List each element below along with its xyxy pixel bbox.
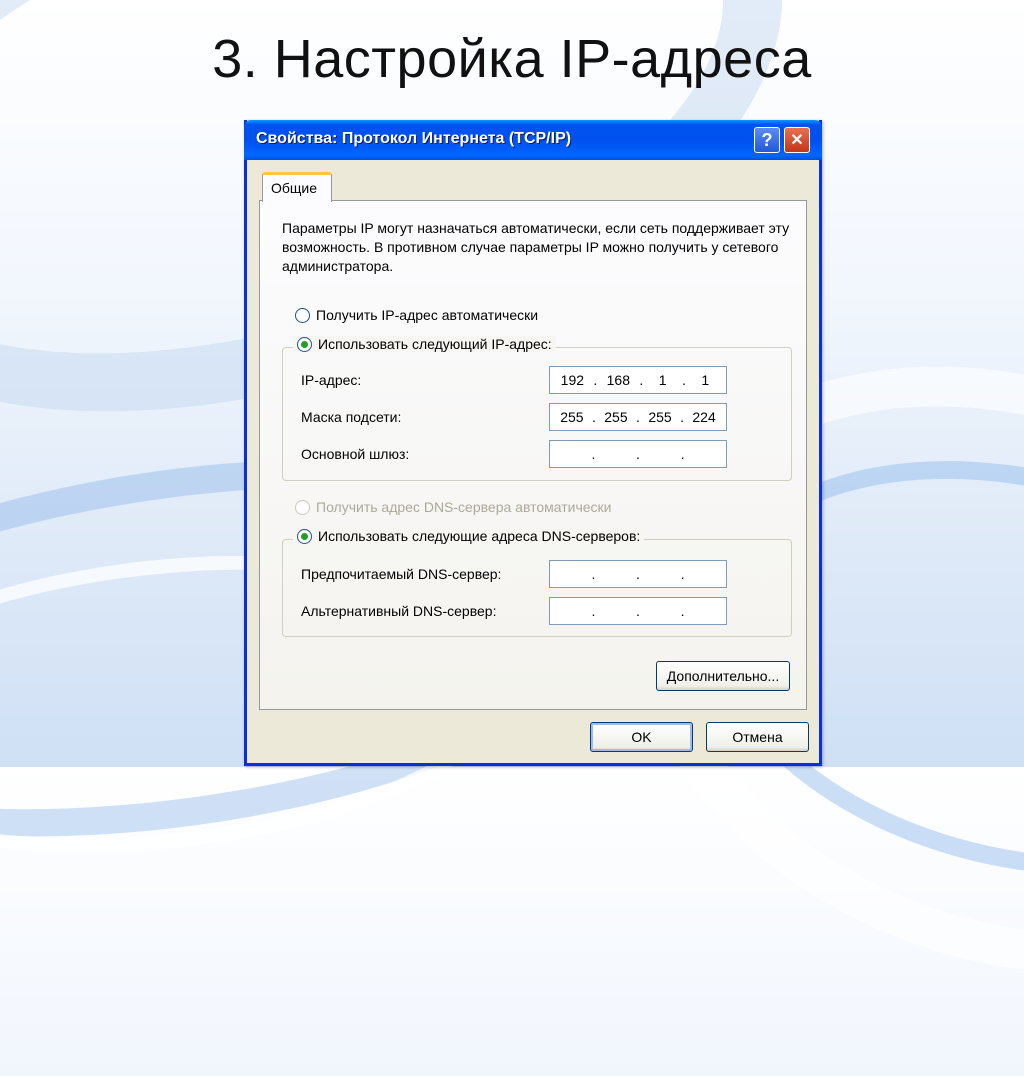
subnet-mask-field[interactable]: 255. 255. 255. 224: [549, 403, 727, 431]
octet: 192: [560, 372, 585, 388]
dialog-titlebar[interactable]: Свойства: Протокол Интернета (TCP/IP) ? …: [244, 120, 822, 160]
tcpip-properties-dialog: Свойства: Протокол Интернета (TCP/IP) ? …: [244, 120, 822, 766]
ip-address-label: IP-адрес:: [301, 372, 362, 388]
ip-auto-label: Получить IP-адрес автоматически: [316, 307, 539, 323]
octet: 255: [560, 409, 584, 425]
help-button[interactable]: ?: [754, 127, 780, 153]
alternate-dns-label: Альтернативный DNS-сервер:: [301, 603, 497, 619]
general-tab-panel: Параметры IP могут назначаться автоматич…: [259, 200, 807, 710]
octet: 255: [604, 409, 628, 425]
octet: 168: [606, 372, 630, 388]
dns-manual-group: Использовать следующие адреса DNS-сервер…: [282, 528, 792, 637]
close-button[interactable]: ✕: [784, 127, 810, 153]
preferred-dns-label: Предпочитаемый DNS-сервер:: [301, 566, 502, 582]
ip-auto-radio[interactable]: Получить IP-адрес автоматически: [295, 307, 538, 323]
radio-icon: [295, 499, 310, 515]
preferred-dns-field[interactable]: . . .: [549, 560, 727, 588]
octet: 1: [658, 372, 667, 388]
dns-auto-label: Получить адрес DNS-сервера автоматически: [316, 499, 612, 515]
radio-icon: [295, 307, 310, 323]
close-icon: ✕: [790, 132, 804, 149]
ok-button[interactable]: OK: [590, 722, 693, 752]
default-gateway-label: Основной шлюз:: [301, 446, 410, 462]
ip-manual-group: Использовать следующий IP-адрес: IP-адре…: [282, 336, 792, 481]
octet: 224: [692, 409, 716, 425]
octet: 255: [648, 409, 672, 425]
radio-checked-icon: [297, 528, 312, 544]
dialog-title: Свойства: Протокол Интернета (TCP/IP): [256, 130, 572, 147]
default-gateway-field[interactable]: . . .: [549, 440, 727, 468]
description-text: Параметры IP могут назначаться автоматич…: [282, 220, 790, 274]
cancel-button[interactable]: Отмена: [706, 722, 809, 752]
radio-checked-icon: [297, 336, 312, 352]
ip-manual-radio[interactable]: Использовать следующий IP-адрес:: [293, 336, 556, 352]
octet: 1: [701, 372, 710, 388]
slide-title: 3. Настройка IP-адреса: [212, 29, 812, 89]
dns-manual-label: Использовать следующие адреса DNS-сервер…: [318, 528, 641, 544]
dns-auto-radio: Получить адрес DNS-сервера автоматически: [295, 499, 611, 515]
tab-general[interactable]: Общие: [262, 172, 332, 202]
subnet-mask-label: Маска подсети:: [301, 409, 402, 425]
ip-address-field[interactable]: 192. 168. 1. 1: [549, 366, 727, 394]
dns-manual-radio[interactable]: Использовать следующие адреса DNS-сервер…: [293, 528, 645, 544]
alternate-dns-field[interactable]: . . .: [549, 597, 727, 625]
advanced-button[interactable]: Дополнительно...: [656, 661, 790, 691]
ip-manual-label: Использовать следующий IP-адрес:: [318, 336, 552, 352]
